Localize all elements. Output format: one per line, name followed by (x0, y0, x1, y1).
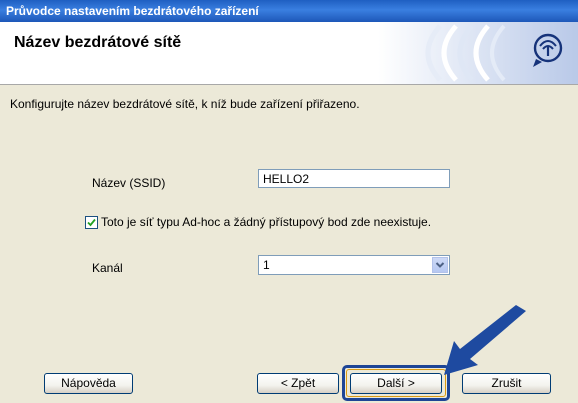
wireless-signal-icon (378, 22, 578, 84)
wizard-window: Průvodce nastavením bezdrátového zařízen… (0, 0, 578, 403)
channel-select[interactable]: 1 (258, 255, 450, 275)
channel-label: Kanál (92, 261, 123, 275)
channel-selected-value: 1 (263, 258, 270, 272)
adhoc-label: Toto je síť typu Ad-hoc a žádný přístupo… (101, 215, 432, 229)
window-title: Průvodce nastavením bezdrátového zařízen… (6, 4, 259, 18)
next-button[interactable]: Další > (350, 373, 442, 394)
ssid-label: Název (SSID) (92, 176, 166, 190)
back-button[interactable]: < Zpět (257, 373, 339, 394)
adhoc-checkbox-row[interactable]: Toto je síť typu Ad-hoc a žádný přístupo… (85, 215, 431, 229)
page-title: Název bezdrátové sítě (14, 34, 182, 51)
pointer-arrow-icon (444, 305, 526, 375)
wizard-body: Konfigurujte název bezdrátové sítě, k ní… (0, 85, 578, 403)
help-button[interactable]: Nápověda (44, 373, 133, 394)
chevron-down-icon[interactable] (432, 257, 448, 273)
checkmark-icon (87, 218, 96, 226)
window-titlebar[interactable]: Průvodce nastavením bezdrátového zařízen… (0, 0, 578, 22)
ssid-input[interactable] (258, 169, 450, 188)
adhoc-checkbox[interactable] (85, 215, 98, 229)
description-text: Konfigurujte název bezdrátové sítě, k ní… (10, 97, 360, 111)
wizard-header: Název bezdrátové sítě (0, 22, 578, 85)
